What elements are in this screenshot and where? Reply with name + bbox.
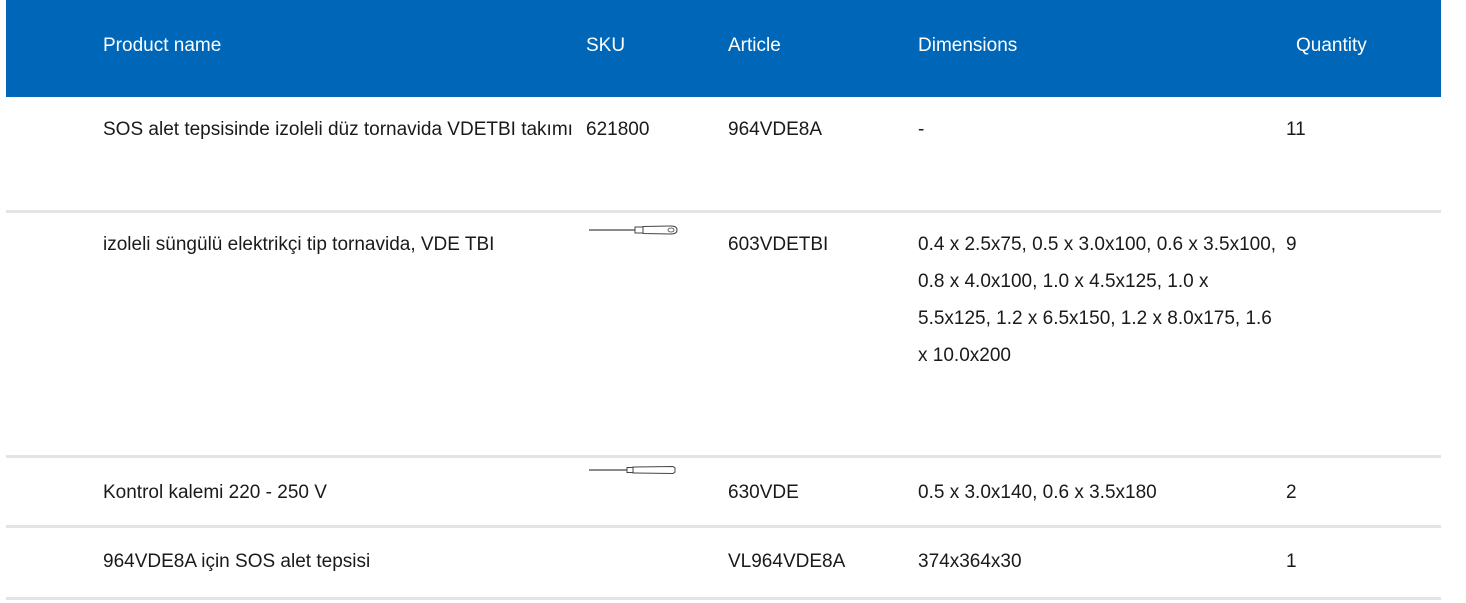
- voltage-tester-icon: [587, 463, 679, 477]
- header-article: Article: [728, 35, 781, 56]
- article-cell: VL964VDE8A: [728, 551, 846, 572]
- quantity-cell: 11: [1286, 119, 1306, 140]
- quantity-cell: 1: [1286, 551, 1297, 572]
- product-name-cell: SOS alet tepsisinde izoleli düz tornavid…: [103, 119, 573, 140]
- screwdriver-icon: [587, 223, 679, 237]
- sku-cell: 621800: [586, 119, 650, 140]
- header-product-name: Product name: [103, 35, 222, 56]
- product-name-cell: Kontrol kalemi 220 - 250 V: [103, 482, 327, 503]
- dimensions-cell: 0.4 x 2.5x75, 0.5 x 3.0x100, 0.6 x 3.5x1…: [918, 234, 1277, 366]
- dimensions-cell: 374x364x30: [918, 551, 1022, 572]
- article-cell: 964VDE8A: [728, 119, 823, 140]
- article-cell: 603VDETBI: [728, 234, 829, 255]
- header-dimensions: Dimensions: [918, 35, 1018, 56]
- table-row: Kontrol kalemi 220 - 250 V 630VDE 0.5 x …: [6, 458, 1441, 528]
- product-name-cell: izoleli süngülü elektrikçi tip tornavida…: [103, 234, 495, 255]
- table-header: Product name SKU Article Dimensions Quan…: [6, 0, 1441, 97]
- header-quantity: Quantity: [1296, 35, 1367, 56]
- header-sku: SKU: [586, 35, 626, 56]
- product-table: Product name SKU Article Dimensions Quan…: [6, 0, 1441, 600]
- dimensions-cell: -: [918, 119, 925, 140]
- dimensions-cell: 0.5 x 3.0x140, 0.6 x 3.5x180: [918, 482, 1157, 503]
- article-cell: 630VDE: [728, 482, 799, 503]
- quantity-cell: 2: [1286, 482, 1297, 503]
- product-name-cell: 964VDE8A için SOS alet tepsisi: [103, 551, 371, 572]
- table-row: 964VDE8A için SOS alet tepsisi VL964VDE8…: [6, 528, 1441, 600]
- table-row: SOS alet tepsisinde izoleli düz tornavid…: [6, 97, 1441, 213]
- quantity-cell: 9: [1286, 234, 1297, 255]
- table-row: izoleli süngülü elektrikçi tip tornavida…: [6, 213, 1441, 458]
